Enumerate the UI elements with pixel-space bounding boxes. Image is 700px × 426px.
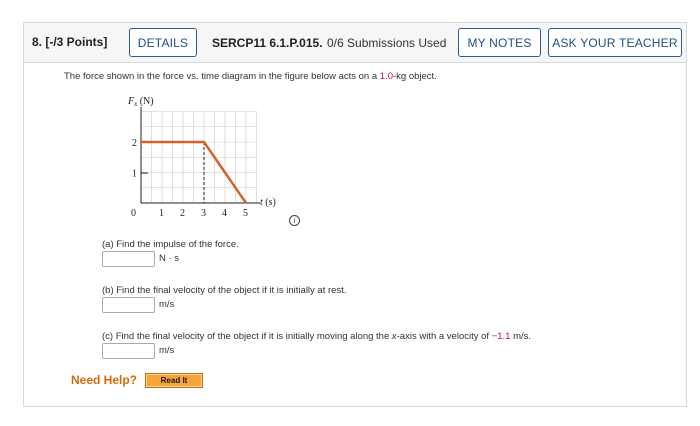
x-tick-label: 5 <box>243 208 248 219</box>
info-icon[interactable]: i <box>289 215 300 226</box>
part-b-label: (b) Find the final velocity of the objec… <box>102 285 347 296</box>
prompt-before: The force shown in the force vs. time di… <box>64 71 380 82</box>
problem-prompt: The force shown in the force vs. time di… <box>64 71 437 82</box>
part-c-answer-input[interactable] <box>102 343 155 359</box>
part-c-velocity: −1.1 <box>491 331 511 342</box>
x-tick-label: 1 <box>159 208 164 219</box>
question-code: SERCP11 6.1.P.015. <box>212 36 323 50</box>
part-c-text-2: -axis with a velocity of <box>396 331 492 342</box>
x-tick-label: 3 <box>201 208 206 219</box>
part-a-unit: N · s <box>159 253 180 264</box>
graph-grid <box>140 111 257 204</box>
part-c-text: (c) Find the final velocity of the objec… <box>102 331 392 342</box>
x-axis-label: t (s) <box>260 197 276 208</box>
y-tick-label: 1 <box>132 169 137 180</box>
part-a-answer-input[interactable] <box>102 251 155 267</box>
x-tick-label: 2 <box>180 208 185 219</box>
part-a-label: (a) Find the impulse of the force. <box>102 239 239 250</box>
part-b-answer-input[interactable] <box>102 297 155 313</box>
need-help-label: Need Help? <box>71 373 138 387</box>
x-tick-labels: 1 2 3 4 5 <box>159 208 248 219</box>
details-button[interactable]: DETAILS <box>129 28 197 57</box>
part-c-label: (c) Find the final velocity of the objec… <box>102 331 531 342</box>
part-c-text-3: m/s. <box>510 331 532 342</box>
x-tick-label: 4 <box>222 208 227 219</box>
y-tick-labels: 12 <box>132 138 137 180</box>
submissions-used: 0/6 Submissions Used <box>327 36 447 50</box>
prompt-after: -kg object. <box>393 71 437 82</box>
y-tick-label: 2 <box>132 138 137 149</box>
ask-your-teacher-button[interactable]: ASK YOUR TEACHER <box>548 28 682 57</box>
prompt-mass: 1.0 <box>379 71 393 82</box>
y-axis-label: Fx (N) <box>127 96 154 108</box>
part-c-unit: m/s <box>159 345 175 356</box>
question-number-points: 8. [-/3 Points] <box>32 35 108 49</box>
part-b-unit: m/s <box>159 299 175 310</box>
origin-label: 0 <box>131 208 136 219</box>
force-time-graph: Fx (N) t (s) 0 12 12345 <box>127 96 276 219</box>
read-it-button[interactable]: Read It <box>145 373 203 388</box>
my-notes-button[interactable]: MY NOTES <box>458 28 541 57</box>
